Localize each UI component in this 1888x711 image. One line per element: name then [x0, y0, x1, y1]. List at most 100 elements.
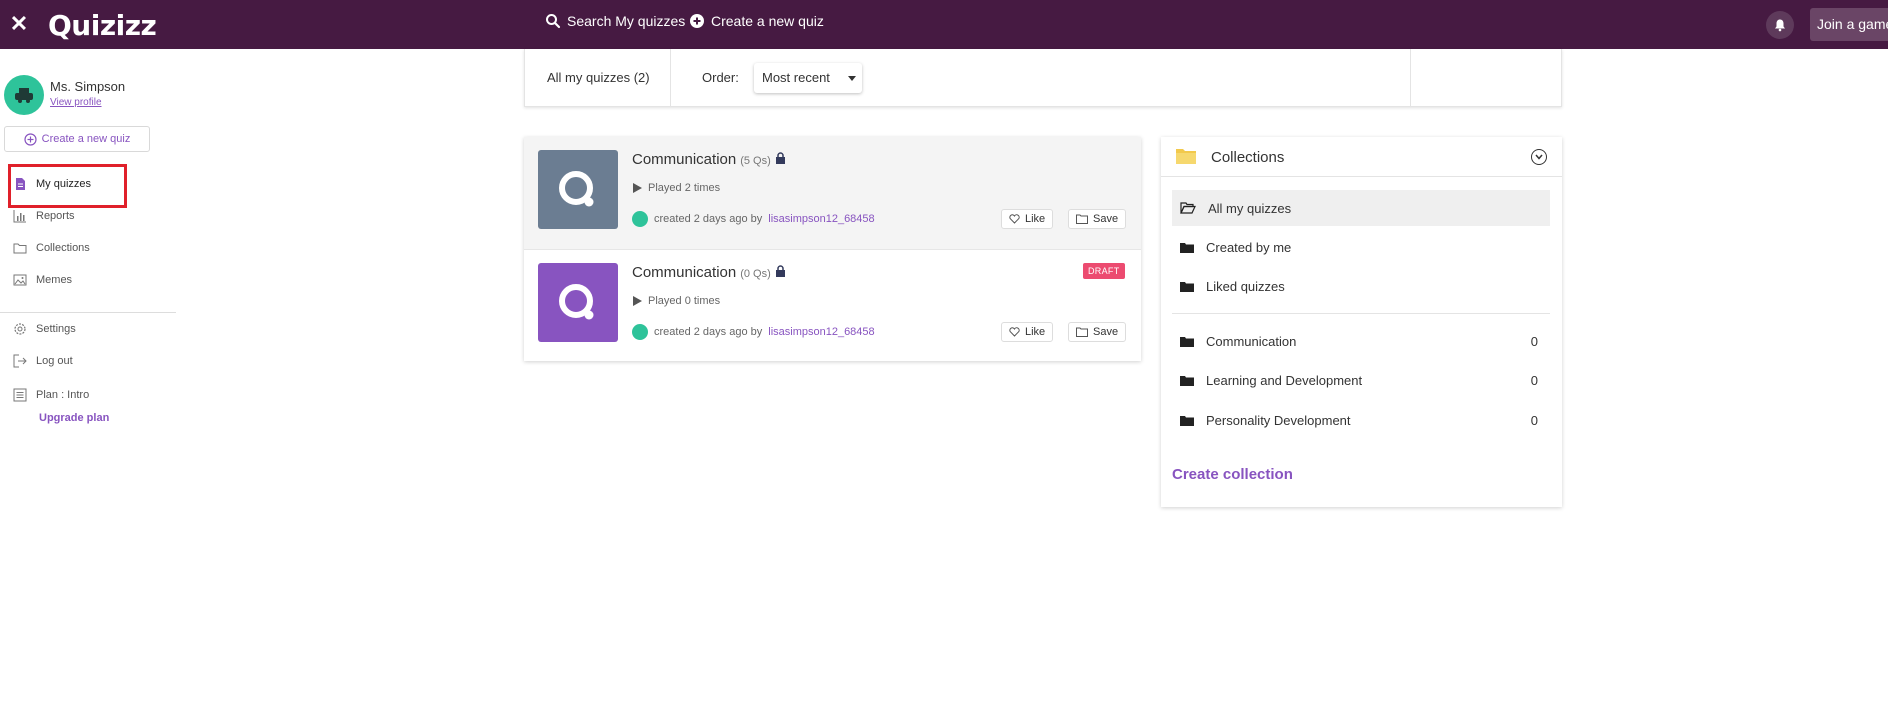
collections-panel: Collections All my quizzes Created by me…	[1161, 137, 1562, 507]
quiz-title[interactable]: Communication (0 Qs)	[632, 264, 786, 281]
played-text: Played 2 times	[648, 182, 721, 194]
collection-count: 0	[1530, 333, 1538, 349]
view-profile-link[interactable]: View profile	[50, 97, 102, 108]
quiz-thumbnail[interactable]	[538, 150, 618, 229]
annotation-highlight-box	[8, 164, 127, 208]
folder-icon	[1076, 214, 1088, 224]
collection-folder-communication[interactable]: Communication 0	[1172, 323, 1550, 359]
quiz-title-text: Communication	[632, 151, 737, 168]
lock-icon	[775, 152, 785, 164]
played-text: Played 0 times	[648, 295, 721, 307]
sidebar-create-quiz-button[interactable]: Create a new quiz	[4, 126, 150, 152]
folder-icon	[1180, 336, 1194, 347]
avatar[interactable]	[4, 75, 44, 115]
sidebar-item-memes[interactable]: Memes	[13, 273, 72, 287]
folder-icon	[1180, 375, 1194, 386]
sidebar-divider	[0, 312, 176, 313]
like-button[interactable]: Like	[1001, 322, 1054, 342]
order-select[interactable]: Most recent	[754, 63, 862, 93]
save-button[interactable]: Save	[1068, 209, 1127, 229]
quiz-card[interactable]: Communication (5 Qs) Played 2 times crea…	[524, 137, 1141, 249]
collections-divider	[1172, 313, 1550, 314]
collection-item-liked-quizzes[interactable]: Liked quizzes	[1172, 268, 1550, 304]
like-label: Like	[1025, 213, 1046, 225]
join-game-button[interactable]: Join a game	[1810, 8, 1888, 41]
collections-header[interactable]: Collections	[1161, 137, 1562, 177]
lock-icon	[775, 265, 785, 277]
create-collection-link[interactable]: Create collection	[1172, 466, 1293, 483]
folder-icon	[1076, 327, 1088, 337]
plus-circle-icon	[690, 14, 704, 28]
quiz-card[interactable]: Communication (0 Qs) DRAFT Played 0 time…	[524, 249, 1141, 361]
collection-count: 0	[1530, 372, 1538, 388]
avatar	[632, 211, 648, 227]
plus-circle-icon	[24, 132, 37, 146]
create-label: Create a new quiz	[711, 13, 824, 29]
created-info: created 2 days ago by lisasimpson12_6845…	[632, 324, 875, 340]
quiz-thumbnail[interactable]	[538, 263, 618, 342]
sidebar: Ms. Simpson View profile Create a new qu…	[0, 49, 176, 711]
collection-label: All my quizzes	[1208, 200, 1292, 216]
question-count: (5 Qs)	[740, 155, 771, 167]
collection-folder-personality-development[interactable]: Personality Development 0	[1172, 402, 1550, 438]
all-quizzes-filter[interactable]: All my quizzes (2)	[547, 70, 650, 85]
close-icon[interactable]: ✕	[9, 12, 29, 36]
upgrade-plan-link[interactable]: Upgrade plan	[39, 412, 109, 424]
plan-icon	[13, 388, 27, 402]
filter-divider	[670, 49, 671, 107]
create-quiz-label: Create a new quiz	[41, 133, 131, 145]
gear-icon	[14, 323, 26, 335]
create-new-quiz-button[interactable]: Create a new quiz	[689, 13, 824, 29]
logout-icon	[13, 354, 27, 368]
like-label: Like	[1025, 326, 1046, 338]
sidebar-item-settings[interactable]: Settings	[13, 322, 76, 336]
play-icon	[633, 183, 642, 193]
sidebar-item-reports[interactable]: Reports	[13, 209, 75, 223]
filter-bar: All my quizzes (2) Order: Most recent	[524, 49, 1562, 107]
filter-divider	[1410, 49, 1411, 107]
quiz-title-text: Communication	[632, 264, 737, 281]
created-info: created 2 days ago by lisasimpson12_6845…	[632, 211, 875, 227]
play-icon	[633, 296, 642, 306]
quiz-title[interactable]: Communication (5 Qs)	[632, 151, 786, 168]
like-button[interactable]: Like	[1001, 209, 1054, 229]
caret-down-icon	[848, 76, 856, 81]
collection-label: Liked quizzes	[1206, 278, 1285, 294]
author-link[interactable]: lisasimpson12_68458	[768, 213, 874, 225]
bar-chart-icon	[13, 210, 26, 223]
created-text: created 2 days ago by	[654, 213, 763, 225]
author-link[interactable]: lisasimpson12_68458	[768, 326, 874, 338]
folder-icon	[1180, 242, 1194, 253]
logo[interactable]: Quizizz	[48, 9, 157, 42]
sidebar-item-label: Collections	[36, 242, 90, 254]
search-my-quizzes-button[interactable]: Search My quizzes	[545, 13, 685, 29]
draft-badge: DRAFT	[1083, 263, 1125, 279]
search-icon	[546, 14, 561, 29]
search-label: Search My quizzes	[567, 13, 686, 29]
sidebar-item-logout[interactable]: Log out	[13, 354, 73, 368]
top-bar: ✕ Quizizz Search My quizzes Create a new…	[0, 0, 1888, 49]
played-count: Played 2 times	[632, 182, 720, 194]
order-value: Most recent	[762, 70, 830, 85]
folder-open-icon	[1180, 202, 1196, 214]
collection-label: Communication	[1206, 333, 1297, 349]
collection-item-created-by-me[interactable]: Created by me	[1172, 229, 1550, 265]
user-name: Ms. Simpson	[50, 79, 126, 94]
sidebar-item-label: Settings	[36, 323, 76, 335]
image-icon	[13, 274, 27, 286]
save-label: Save	[1093, 326, 1119, 338]
chevron-down-icon[interactable]	[1531, 149, 1547, 165]
folder-icon	[1180, 415, 1194, 426]
bell-icon[interactable]	[1766, 11, 1794, 39]
sidebar-item-plan: Plan : Intro	[13, 388, 89, 402]
collection-folder-learning-development[interactable]: Learning and Development 0	[1172, 362, 1550, 398]
save-label: Save	[1093, 213, 1119, 225]
heart-icon	[1009, 214, 1020, 224]
sidebar-item-label: Memes	[36, 274, 73, 286]
collection-item-all-quizzes[interactable]: All my quizzes	[1172, 190, 1550, 226]
save-button[interactable]: Save	[1068, 322, 1127, 342]
folder-icon	[1180, 281, 1194, 292]
sidebar-item-label: Plan : Intro	[36, 389, 90, 401]
folder-icon	[13, 243, 27, 254]
sidebar-item-collections[interactable]: Collections	[13, 241, 90, 255]
